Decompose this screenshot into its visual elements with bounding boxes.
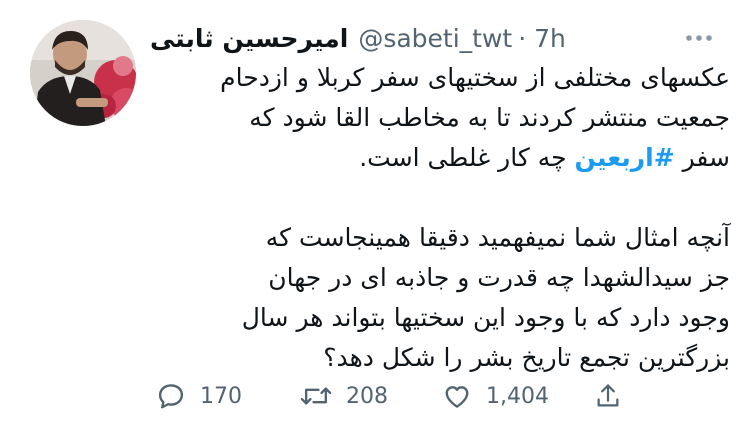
avatar-image: [30, 20, 136, 126]
tweet-line-hashtag: سفر #اربعین چه کار غلطی است.: [150, 138, 730, 178]
tweet-line: آنچه امثال شما نمیفهمید دقیقا همینجاست ک…: [265, 223, 730, 252]
share-button[interactable]: [594, 378, 622, 414]
more-icon: [686, 35, 712, 41]
retweet-icon: [300, 387, 332, 405]
tweet-time[interactable]: · 7h: [518, 24, 566, 53]
author-handle[interactable]: @sabeti_twt · 7h: [358, 24, 566, 53]
tweet-line-prefix: سفر: [674, 143, 730, 172]
share-icon: [597, 384, 619, 407]
retweet-count: 208: [346, 383, 388, 409]
hashtag-link[interactable]: #اربعین: [575, 143, 675, 172]
tweet-line: جمعیت منتشر کردند تا به مخاطب القا شود ک…: [249, 103, 730, 132]
tweet-line: جز سیدالشهدا چه قدرت و جاذبه ای در جهان: [268, 263, 730, 292]
tweet-actions: 170 208 1,404: [150, 372, 630, 420]
like-count: 1,404: [486, 383, 549, 409]
tweet-header: امیرحسین ثابتی @sabeti_twt · 7h: [150, 18, 566, 58]
author-display-name[interactable]: امیرحسین ثابتی: [150, 24, 348, 53]
more-options-button[interactable]: [681, 24, 717, 52]
reply-icon: [158, 384, 184, 409]
retweet-button[interactable]: 208: [300, 378, 388, 414]
tweet-text: عکسهای مختلفی از سختیهای سفر کربلا و ازد…: [150, 58, 730, 378]
reply-count: 170: [200, 383, 242, 409]
avatar[interactable]: [30, 20, 136, 126]
tweet-line-suffix: چه کار غلطی است.: [359, 143, 575, 172]
author-handle-text: @sabeti_twt: [358, 23, 513, 53]
reply-button[interactable]: 170: [156, 378, 242, 414]
like-button[interactable]: 1,404: [442, 378, 549, 414]
like-icon: [445, 386, 469, 408]
tweet-line: وجود دارد که با وجود این سختیها بتواند ه…: [241, 303, 730, 332]
tweet-line: عکسهای مختلفی از سختیهای سفر کربلا و ازد…: [220, 63, 730, 92]
